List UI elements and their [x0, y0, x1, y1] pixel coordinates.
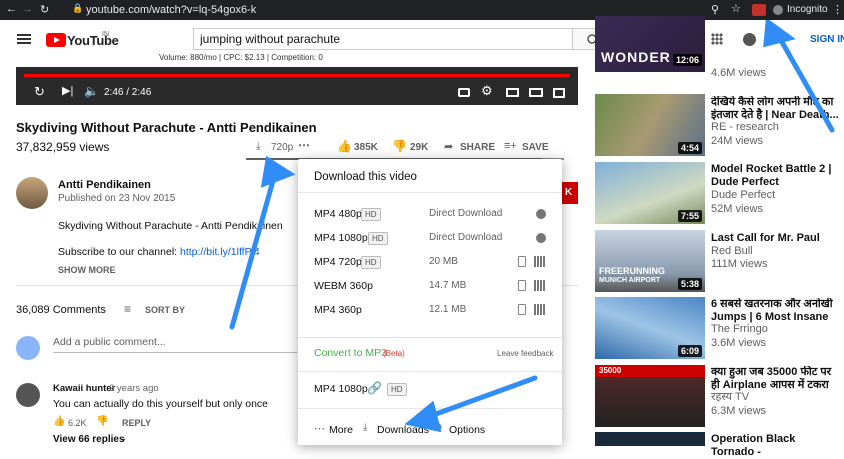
- back-icon[interactable]: ←: [6, 3, 17, 15]
- arrow-extension-head: [763, 20, 796, 48]
- bookmark-star-icon[interactable]: ☆: [731, 2, 741, 15]
- arrow-quality-head: [260, 155, 296, 188]
- forward-icon[interactable]: →: [22, 3, 33, 15]
- arrow-downloads-head: [404, 400, 442, 433]
- annotation-arrows: [229, 20, 835, 433]
- incognito-icon: [773, 5, 783, 15]
- zoom-icon[interactable]: ⚲: [711, 3, 719, 16]
- address-bar[interactable]: youtube.com/watch?v=lq-54gox6-k: [86, 4, 256, 16]
- arrow-extension: [775, 32, 835, 133]
- browser-toolbar: ← → ↻ 🔒 youtube.com/watch?v=lq-54gox6-k …: [0, 0, 844, 20]
- lock-icon: 🔒: [72, 3, 84, 13]
- arrow-quality: [229, 167, 279, 330]
- profile-label: Incognito: [787, 4, 828, 15]
- menu-dots-icon[interactable]: ⋮: [832, 3, 843, 16]
- reload-icon[interactable]: ↻: [40, 3, 49, 16]
- arrow-downloads: [422, 375, 538, 421]
- extension-download-icon[interactable]: [752, 4, 766, 16]
